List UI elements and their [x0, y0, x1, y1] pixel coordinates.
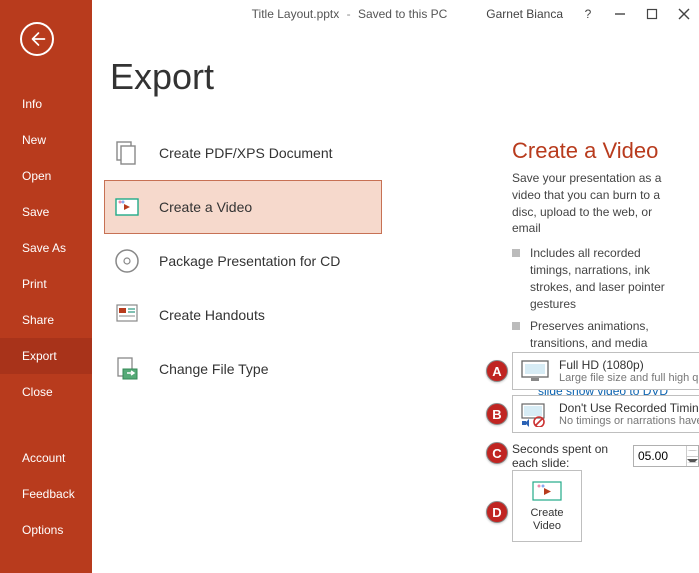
- timings-dropdown[interactable]: Don't Use Recorded Timings an... No timi…: [512, 395, 699, 433]
- export-option-filetype[interactable]: Change File Type: [104, 342, 382, 396]
- callout-b: B: [486, 403, 508, 425]
- timings-title: Don't Use Recorded Timings an...: [559, 401, 699, 415]
- export-option-cd[interactable]: Package Presentation for CD: [104, 234, 382, 288]
- back-button[interactable]: [20, 22, 54, 56]
- sidebar-item-feedback[interactable]: Feedback: [0, 476, 92, 512]
- pdf-icon: [113, 139, 141, 167]
- video-icon: [113, 193, 141, 221]
- export-option-label: Create PDF/XPS Document: [159, 145, 333, 161]
- sidebar-list: Info New Open Save Save As Print Share E…: [0, 86, 92, 548]
- callout-d: D: [486, 501, 508, 523]
- sidebar-item-close[interactable]: Close: [0, 374, 92, 410]
- sidebar-item-options[interactable]: Options: [0, 512, 92, 548]
- monitor-icon: [519, 357, 551, 385]
- timings-subtitle: No timings or narrations have b...: [559, 415, 699, 427]
- sidebar-item-save[interactable]: Save: [0, 194, 92, 230]
- filetype-icon: [113, 355, 141, 383]
- sidebar-item-info[interactable]: Info: [0, 86, 92, 122]
- export-option-video[interactable]: Create a Video: [104, 180, 382, 234]
- main-area: Export Create PDF/XPS Document Create a …: [92, 0, 699, 573]
- panel-description: Save your presentation as a video that y…: [512, 170, 679, 237]
- export-option-pdf[interactable]: Create PDF/XPS Document: [104, 126, 382, 180]
- export-options-list: Create PDF/XPS Document Create a Video P…: [104, 126, 382, 396]
- handouts-icon: [113, 301, 141, 329]
- bullet-item: Includes all recorded timings, narration…: [512, 245, 679, 312]
- bullet-icon: [512, 249, 520, 257]
- quality-subtitle: Large file size and full high quali...: [559, 372, 699, 384]
- sidebar-item-print[interactable]: Print: [0, 266, 92, 302]
- seconds-spinner[interactable]: [633, 445, 699, 467]
- backstage-sidebar: Info New Open Save Save As Print Share E…: [0, 0, 92, 573]
- quality-dropdown[interactable]: Full HD (1080p) Large file size and full…: [512, 352, 699, 390]
- seconds-input[interactable]: [634, 446, 686, 466]
- spinner-up[interactable]: [687, 446, 698, 457]
- export-option-label: Change File Type: [159, 361, 268, 377]
- export-option-label: Create Handouts: [159, 307, 265, 323]
- export-option-label: Package Presentation for CD: [159, 253, 340, 269]
- spinner-down[interactable]: [687, 457, 698, 467]
- bullet-item: Preserves animations, transitions, and m…: [512, 318, 679, 352]
- no-narration-icon: [519, 400, 551, 428]
- sidebar-item-saveas[interactable]: Save As: [0, 230, 92, 266]
- cd-icon: [113, 247, 141, 275]
- create-video-label: Create Video: [530, 507, 563, 533]
- sidebar-item-open[interactable]: Open: [0, 158, 92, 194]
- seconds-row: Seconds spent on each slide:: [512, 442, 699, 470]
- callout-c: C: [486, 442, 508, 464]
- panel-title: Create a Video: [512, 138, 679, 164]
- quality-title: Full HD (1080p): [559, 358, 699, 372]
- arrow-left-icon: [28, 30, 46, 48]
- export-option-label: Create a Video: [159, 199, 252, 215]
- create-video-button[interactable]: Create Video: [512, 470, 582, 542]
- sidebar-item-account[interactable]: Account: [0, 440, 92, 476]
- sidebar-item-export[interactable]: Export: [0, 338, 92, 374]
- create-video-icon: [531, 479, 563, 503]
- seconds-label: Seconds spent on each slide:: [512, 442, 623, 470]
- page-title: Export: [110, 56, 699, 98]
- bullet-icon: [512, 322, 520, 330]
- callout-a: A: [486, 360, 508, 382]
- sidebar-item-share[interactable]: Share: [0, 302, 92, 338]
- sidebar-item-new[interactable]: New: [0, 122, 92, 158]
- export-option-handouts[interactable]: Create Handouts: [104, 288, 382, 342]
